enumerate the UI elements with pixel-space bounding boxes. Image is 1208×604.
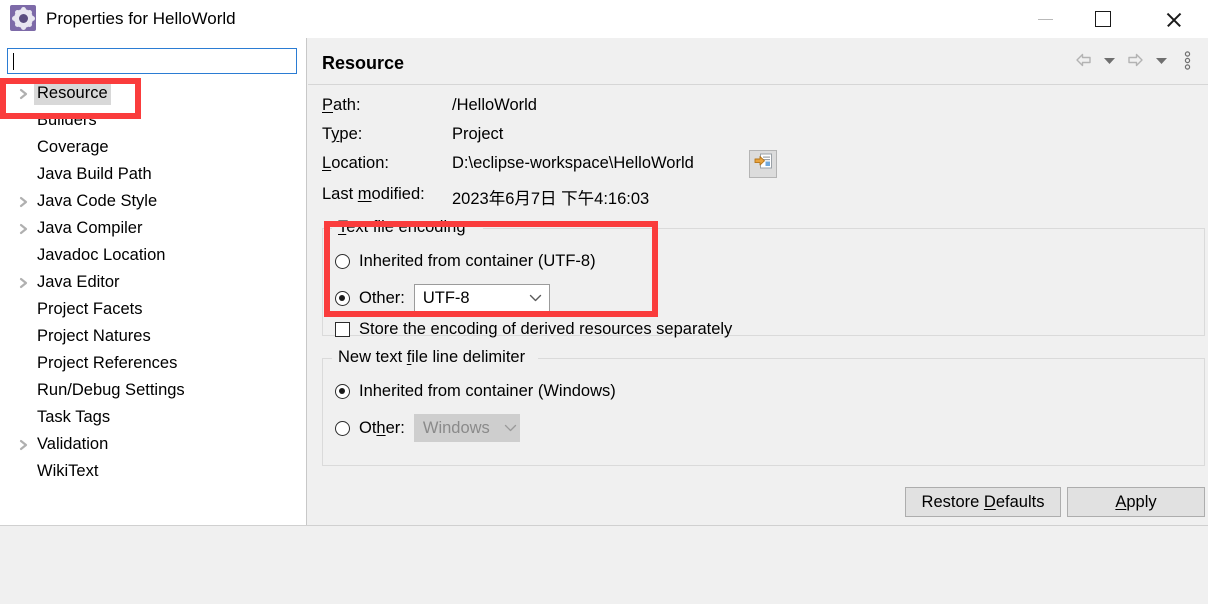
sidebar-item-resource[interactable]: Resource xyxy=(0,80,306,107)
sidebar-item-label: Project Natures xyxy=(37,326,151,345)
back-dropdown-icon[interactable] xyxy=(1098,48,1120,72)
sidebar-item-label: Project Facets xyxy=(37,299,143,318)
minimize-icon xyxy=(1037,18,1053,20)
settings-tree: Resource Builders Coverage Java Build Pa… xyxy=(0,80,306,485)
line-delimiter-title: New text file line delimiter xyxy=(334,348,530,367)
sidebar-item-java-build-path[interactable]: Java Build Path xyxy=(0,161,306,188)
properties-dialog: Properties for HelloWorld Resource Build… xyxy=(0,0,1208,604)
filter-input[interactable] xyxy=(7,48,297,74)
open-location-button[interactable] xyxy=(749,150,777,178)
sidebar-item-label: Project References xyxy=(37,353,178,372)
sidebar-item-label: Task Tags xyxy=(37,407,111,426)
radio-icon xyxy=(335,420,350,436)
open-location-icon xyxy=(754,153,773,175)
line-delimiter-group: New text file line delimiter Inherited f… xyxy=(322,348,1205,466)
apply-button[interactable]: Apply xyxy=(1067,487,1205,517)
delimiter-other-label: Other: xyxy=(359,418,405,437)
sidebar-item-project-references[interactable]: Project References xyxy=(0,350,306,377)
chevron-right-icon[interactable] xyxy=(12,223,34,235)
forward-arrow-icon[interactable] xyxy=(1124,48,1146,72)
sidebar-item-project-facets[interactable]: Project Facets xyxy=(0,296,306,323)
sidebar-item-label: Coverage xyxy=(37,137,109,156)
page-nav-toolbar xyxy=(1072,48,1198,72)
close-icon xyxy=(1165,11,1182,28)
close-button[interactable] xyxy=(1150,0,1196,38)
sidebar-item-label: Java Build Path xyxy=(37,164,152,183)
text-file-encoding-title: Text file encoding xyxy=(334,218,470,237)
encoding-inherited-label: Inherited from container (UTF-8) xyxy=(359,252,596,270)
sidebar-item-builders[interactable]: Builders xyxy=(0,107,306,134)
settings-tree-panel: Resource Builders Coverage Java Build Pa… xyxy=(0,38,307,525)
sidebar-item-coverage[interactable]: Coverage xyxy=(0,134,306,161)
sidebar-item-label: Java Editor xyxy=(37,272,120,291)
sidebar-item-project-natures[interactable]: Project Natures xyxy=(0,323,306,350)
chevron-down-icon xyxy=(529,294,542,302)
sidebar-item-label: Java Compiler xyxy=(37,218,143,237)
page-title: Resource xyxy=(322,53,405,73)
sidebar-item-label: Validation xyxy=(37,434,109,453)
radio-icon xyxy=(335,254,350,269)
last-modified-label: Last modified: xyxy=(322,185,425,203)
back-arrow-icon[interactable] xyxy=(1072,48,1094,72)
sidebar-item-javadoc-location[interactable]: Javadoc Location xyxy=(0,242,306,269)
sidebar-item-label: Java Code Style xyxy=(37,191,158,210)
sidebar-item-label: Resource xyxy=(34,82,111,105)
encoding-other-label: Other: xyxy=(359,288,405,307)
minimize-button[interactable] xyxy=(1022,0,1068,38)
restore-defaults-button[interactable]: Restore Defaults xyxy=(905,487,1061,517)
checkbox-icon xyxy=(335,322,350,337)
path-label: Path: xyxy=(322,96,361,114)
chevron-right-icon[interactable] xyxy=(12,88,34,100)
radio-icon xyxy=(335,384,350,399)
type-value: Project xyxy=(452,125,504,143)
sidebar-item-java-code-style[interactable]: Java Code Style xyxy=(0,188,306,215)
sidebar-item-label: Run/Debug Settings xyxy=(37,380,185,399)
encoding-combo[interactable]: UTF-8 xyxy=(413,284,550,312)
location-label: Location: xyxy=(322,154,389,172)
header-divider xyxy=(308,84,1208,85)
encoding-other-row[interactable]: Other: UTF-8 xyxy=(335,284,550,312)
sidebar-item-label: Builders xyxy=(37,110,97,129)
chevron-right-icon[interactable] xyxy=(12,277,34,289)
kebab-menu-icon[interactable] xyxy=(1176,48,1198,72)
delimiter-other-row[interactable]: Other: Windows xyxy=(335,414,520,442)
text-file-encoding-group: Text file encoding Inherited from contai… xyxy=(322,218,1205,339)
title-bar: Properties for HelloWorld xyxy=(0,0,1208,38)
sidebar-item-label: WikiText xyxy=(37,461,99,480)
eclipse-properties-icon xyxy=(10,5,36,31)
sidebar-item-java-compiler[interactable]: Java Compiler xyxy=(0,215,306,242)
encoding-inherited-radio[interactable]: Inherited from container (UTF-8) xyxy=(335,252,596,271)
store-derived-checkbox-row[interactable]: Store the encoding of derived resources … xyxy=(335,320,732,339)
last-modified-value: 2023年6月7日 下午4:16:03 xyxy=(452,190,650,208)
delimiter-combo-value: Windows xyxy=(422,418,490,437)
delimiter-inherited-radio[interactable]: Inherited from container (Windows) xyxy=(335,382,616,401)
sidebar-item-wikitext[interactable]: WikiText xyxy=(0,458,306,485)
encoding-combo-value: UTF-8 xyxy=(422,288,470,307)
window-title: Properties for HelloWorld xyxy=(46,9,236,28)
path-value: /HelloWorld xyxy=(452,96,537,114)
chevron-down-icon xyxy=(504,424,517,432)
delimiter-combo: Windows xyxy=(413,414,520,442)
sidebar-item-run-debug-settings[interactable]: Run/Debug Settings xyxy=(0,377,306,404)
location-value: D:\eclipse-workspace\HelloWorld xyxy=(452,154,694,172)
sidebar-item-java-editor[interactable]: Java Editor xyxy=(0,269,306,296)
forward-dropdown-icon[interactable] xyxy=(1150,48,1172,72)
resource-page: Resource Path: /HelloWorld Type: Project… xyxy=(308,38,1208,525)
type-label: Type: xyxy=(322,125,363,143)
sidebar-item-task-tags[interactable]: Task Tags xyxy=(0,404,306,431)
maximize-icon xyxy=(1095,11,1111,27)
apply-label: Apply xyxy=(1115,492,1157,511)
delimiter-inherited-label: Inherited from container (Windows) xyxy=(359,382,616,400)
restore-defaults-label: Restore Defaults xyxy=(921,492,1045,511)
dialog-footer: ? Apply and Close Cancel CSDN @技术管理修行 xyxy=(0,526,1208,604)
radio-icon xyxy=(335,290,350,306)
chevron-right-icon[interactable] xyxy=(12,196,34,208)
sidebar-item-label: Javadoc Location xyxy=(37,245,166,264)
store-derived-label: Store the encoding of derived resources … xyxy=(359,320,733,338)
text-caret xyxy=(13,53,14,70)
maximize-button[interactable] xyxy=(1080,0,1126,38)
chevron-right-icon[interactable] xyxy=(12,439,34,451)
sidebar-item-validation[interactable]: Validation xyxy=(0,431,306,458)
